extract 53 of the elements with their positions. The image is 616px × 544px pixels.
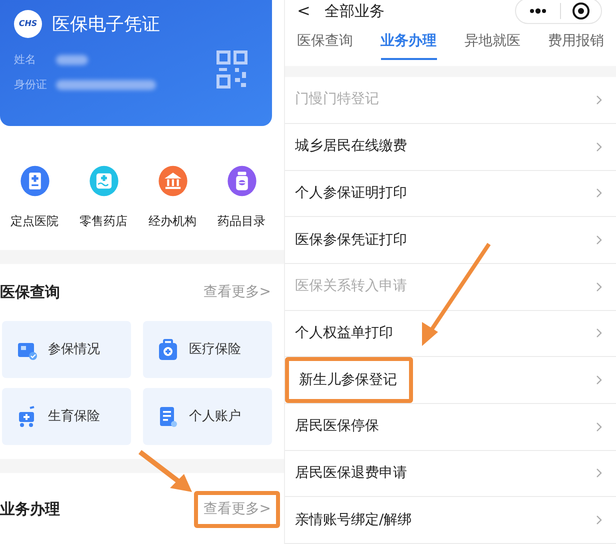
shortcut-button[interactable]: 药品目录 (218, 162, 266, 230)
row-label: 门慢门特登记 (294, 90, 379, 110)
card-title: 医保电子凭证 (52, 12, 160, 36)
row-label: 医保关系转入申请 (294, 277, 407, 296)
row-label: 居民医保停保 (294, 417, 379, 436)
menu-row[interactable]: 新生儿参保登记 (285, 357, 616, 404)
row-label: 新生儿参保登记 (285, 357, 413, 403)
tab[interactable]: 医保查询 (297, 30, 353, 60)
insurance-card[interactable]: CHS 医保电子凭证 姓名 身份证 (0, 0, 272, 126)
field-label: 姓名 (14, 52, 37, 68)
query-tile[interactable]: 参保情况 (2, 321, 131, 378)
row-label: 个人参保证明打印 (294, 184, 407, 203)
section-title: 业务办理 (0, 499, 60, 520)
query-tile[interactable]: 生育保险 (2, 388, 131, 445)
row-label: 医保参保凭证打印 (294, 230, 407, 250)
chevron-icon (596, 468, 602, 478)
tab[interactable]: 异地就医 (464, 30, 520, 60)
chevron-icon (596, 142, 602, 152)
tab[interactable]: 业务办理 (380, 30, 437, 60)
row-label: 亲情账号绑定/解绑 (294, 510, 412, 530)
chevron-icon (596, 422, 602, 432)
menu-row[interactable]: 个人参保证明打印 (285, 170, 616, 218)
menu-row[interactable]: 城乡居民在线缴费 (285, 124, 616, 170)
chevron-icon (596, 328, 602, 338)
row-label: 居民医保退费申请 (294, 464, 407, 483)
annotation-arrow (138, 450, 192, 492)
chevron-icon (596, 282, 602, 292)
query-tile[interactable]: 医疗保险 (143, 321, 272, 378)
chevron-icon (596, 188, 602, 198)
field-label: 身份证 (14, 76, 48, 92)
logo-icon: CHS (14, 10, 42, 38)
qr-code-icon[interactable] (216, 50, 248, 90)
menu-row[interactable]: 居民医保退费申请 (285, 450, 616, 498)
section-title: 医保查询 (0, 282, 60, 304)
chevron-icon (596, 375, 602, 386)
menu-row[interactable]: 医保参保凭证打印 (285, 217, 616, 264)
query-tile[interactable]: 个人账户 (143, 388, 272, 445)
menu-row[interactable]: 居民医保停保 (285, 404, 616, 451)
page-title: 全部业务 (324, 0, 386, 22)
back-button[interactable]: < (297, 0, 310, 23)
redacted-value (56, 55, 88, 66)
row-label: 个人权益单打印 (294, 324, 393, 343)
chevron-icon (596, 94, 602, 105)
row-label: 城乡居民在线缴费 (294, 137, 407, 156)
menu-row[interactable]: 亲情账号绑定/解绑 (285, 497, 616, 544)
shortcut-button[interactable]: 零售药店 (80, 162, 128, 230)
tab[interactable]: 费用报销 (548, 30, 604, 60)
chevron-icon (596, 235, 602, 246)
shortcut-button[interactable]: 定点医院 (10, 162, 58, 230)
shortcut-button[interactable]: 经办机构 (148, 162, 196, 230)
tile-icon (157, 338, 179, 360)
chevron-icon (596, 515, 602, 526)
tile-icon (157, 406, 179, 428)
